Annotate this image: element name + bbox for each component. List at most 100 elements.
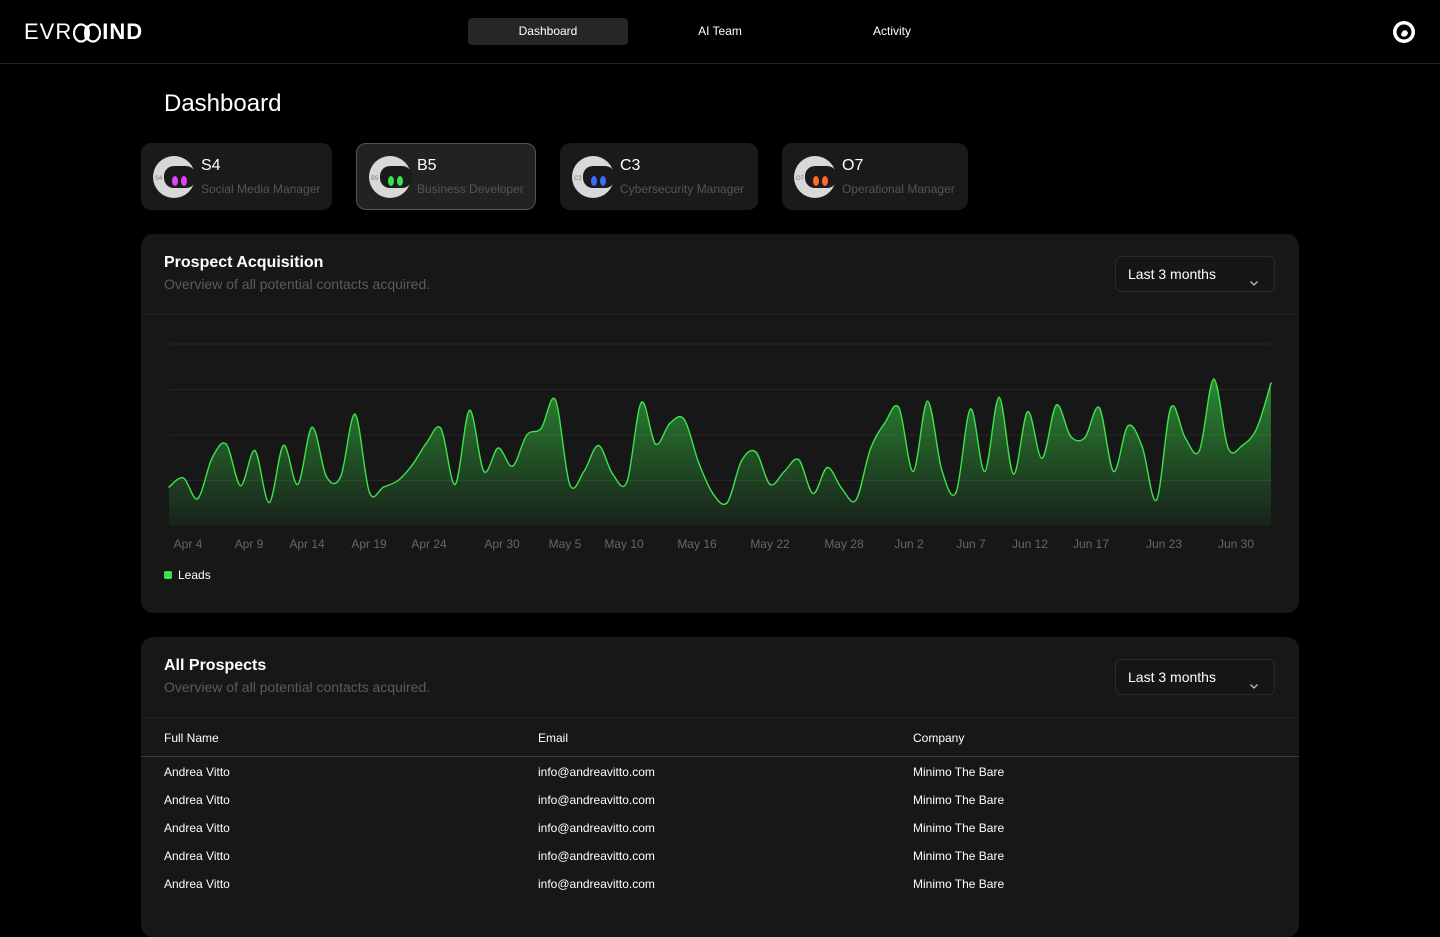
cell-full-name: Andrea Vitto [164, 849, 230, 863]
leads-data-point [397, 479, 399, 482]
leads-data-point [368, 491, 371, 494]
leads-data-point [840, 487, 843, 490]
leads-data-point [1198, 449, 1201, 452]
leads-data-point [540, 427, 542, 430]
leads-data-point [712, 492, 714, 495]
agent-robot-icon: O7 [793, 155, 837, 199]
leads-data-point [640, 401, 643, 404]
leads-data-point [1127, 425, 1129, 427]
leads-data-point [1241, 444, 1244, 447]
leads-data-point [311, 426, 313, 428]
leads-data-point [182, 477, 185, 479]
agent-card-o7[interactable]: O7 O7 Operational Manager [782, 143, 968, 210]
leads-data-point [597, 444, 600, 447]
column-header-company[interactable]: Company [913, 731, 964, 745]
x-tick-label: May 5 [549, 537, 582, 551]
agent-card-b5[interactable]: B5 B5 Business Developer [356, 143, 536, 210]
table-row[interactable]: Andrea Vitto info@andreavitto.com Minimo… [141, 786, 1299, 814]
tab-activity[interactable]: Activity [812, 18, 972, 45]
logo-text-left: EVR [24, 19, 73, 44]
agent-tiny-label: C3 [574, 176, 582, 182]
leads-data-point [1155, 499, 1158, 501]
leads-data-point [654, 443, 657, 445]
cell-company: Minimo The Bare [913, 849, 1005, 863]
leads-data-point [454, 483, 457, 486]
leads-data-point [339, 475, 342, 478]
leads-data-point [755, 451, 757, 453]
x-tick-label: May 22 [750, 537, 790, 551]
agent-tiny-label: B5 [371, 176, 379, 182]
leads-data-point [526, 434, 528, 436]
leads-data-point [941, 469, 943, 471]
leads-data-point [583, 470, 585, 473]
x-tick-label: Jun 17 [1073, 537, 1109, 551]
cell-company: Minimo The Bare [913, 793, 1005, 807]
leads-data-point [1098, 406, 1101, 409]
x-tick-label: May 16 [677, 537, 717, 551]
prospect-acquisition-card: Prospect Acquisition Overview of all pot… [141, 234, 1299, 613]
x-tick-label: Apr 14 [289, 537, 325, 551]
leads-data-point [912, 470, 914, 473]
leads-data-point [1213, 378, 1215, 380]
agent-code: C3 [620, 157, 641, 174]
range-dropdown[interactable]: Last 3 months [1115, 659, 1275, 695]
leads-data-point [740, 460, 743, 462]
x-tick-label: Jun 23 [1146, 537, 1182, 551]
x-tick-label: Apr 9 [235, 537, 264, 551]
leads-data-point [812, 492, 814, 495]
agent-tiny-label: O7 [796, 176, 805, 182]
leads-data-point [168, 486, 170, 488]
leads-data-point [425, 442, 428, 444]
agent-code: O7 [842, 157, 864, 174]
leads-data-point [1270, 382, 1272, 384]
leads-data-point [354, 413, 356, 415]
leads-data-point [196, 497, 199, 500]
x-tick-label: Jun 30 [1218, 537, 1254, 551]
table-row[interactable]: Andrea Vitto info@andreavitto.com Minimo… [141, 842, 1299, 870]
card-title: All Prospects [164, 657, 267, 674]
brand-logo[interactable]: EVR IND [24, 18, 143, 46]
cell-email: info@andreavitto.com [538, 765, 655, 779]
leads-data-point [769, 483, 771, 486]
tab-ai-team[interactable]: AI Team [640, 18, 800, 45]
column-header-email[interactable]: Email [538, 731, 568, 745]
leads-data-point [411, 464, 414, 466]
leads-data-point [268, 501, 270, 504]
user-avatar-icon[interactable] [1392, 20, 1416, 44]
leads-data-point [1069, 435, 1072, 438]
cell-full-name: Andrea Vitto [164, 765, 230, 779]
agent-role: Social Media Manager [201, 182, 321, 196]
leads-data-point [669, 422, 671, 425]
leads-data-point [1055, 404, 1058, 406]
cell-company: Minimo The Bare [913, 765, 1005, 779]
agent-card-s4[interactable]: S4 S4 Social Media Manager [141, 143, 332, 210]
cell-email: info@andreavitto.com [538, 793, 655, 807]
table-row[interactable]: Andrea Vitto info@andreavitto.com Minimo… [141, 758, 1299, 786]
table-row[interactable]: Andrea Vitto info@andreavitto.com Minimo… [141, 814, 1299, 842]
leads-data-point [554, 399, 557, 401]
agent-code: B5 [417, 157, 437, 174]
agent-role: Cybersecurity Manager [620, 182, 745, 196]
legend-label: Leads [178, 568, 211, 582]
column-header-full-name[interactable]: Full Name [164, 731, 219, 745]
leads-data-point [797, 458, 800, 461]
leads-data-point [511, 465, 514, 467]
leads-data-point [926, 400, 929, 402]
x-tick-label: Jun 2 [894, 537, 924, 551]
leads-data-point [869, 448, 872, 451]
legend-swatch [164, 571, 172, 579]
leads-data-point [969, 408, 972, 410]
leads-data-point [1084, 436, 1086, 439]
tab-dashboard[interactable]: Dashboard [468, 18, 628, 45]
card-subtitle: Overview of all potential contacts acqui… [164, 679, 431, 695]
leads-data-point [1012, 473, 1015, 475]
leads-data-point [254, 449, 256, 452]
agent-code: S4 [201, 157, 221, 174]
leads-data-point [225, 443, 227, 445]
leads-data-point [697, 461, 700, 464]
agent-robot-icon: S4 [152, 155, 196, 199]
agent-card-c3[interactable]: C3 C3 Cybersecurity Manager [560, 143, 758, 210]
leads-data-point [1227, 447, 1229, 449]
leads-data-point [325, 475, 328, 478]
table-row[interactable]: Andrea Vitto info@andreavitto.com Minimo… [141, 870, 1299, 898]
